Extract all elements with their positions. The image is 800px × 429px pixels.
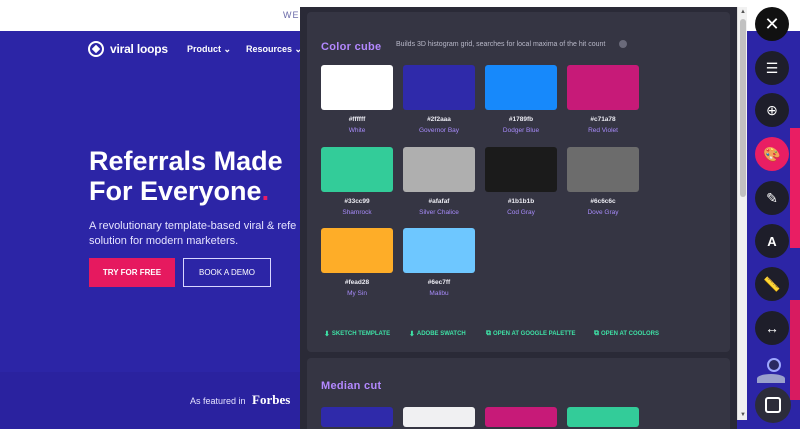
chat-widget-button[interactable] bbox=[755, 387, 791, 423]
swatch-hex[interactable]: #2f2aaa bbox=[403, 116, 475, 123]
download-icon: ⬇ bbox=[409, 331, 415, 338]
swatch-shamrock[interactable] bbox=[321, 147, 393, 192]
swatch-name: Malibu bbox=[429, 290, 449, 297]
github-icon[interactable] bbox=[619, 40, 627, 48]
hero-subtitle: A revolutionary template-based viral & r… bbox=[89, 220, 297, 247]
median-cut-card: Median cut bbox=[307, 358, 730, 429]
adobe-swatch-link[interactable]: ⬇ ADOBE SWATCH bbox=[409, 330, 466, 338]
chat-icon bbox=[765, 397, 781, 413]
forbes-logo: Forbes bbox=[252, 392, 291, 407]
swatch-hex[interactable]: #33cc99 bbox=[321, 198, 393, 205]
swatch-cod-gray[interactable] bbox=[485, 147, 557, 192]
swatch-hex[interactable]: #1789fb bbox=[485, 116, 557, 123]
nav-resources[interactable]: Resources ⌄ bbox=[246, 44, 302, 55]
google-palette-link[interactable]: ⧉ OPEN AT GOOGLE PALETTE bbox=[486, 330, 576, 338]
site-edge-accent bbox=[790, 300, 800, 400]
download-icon: ⬇ bbox=[324, 331, 330, 338]
logo-text: viral loops bbox=[110, 42, 168, 56]
color-cube-title: Color cube bbox=[321, 41, 382, 53]
book-demo-button[interactable]: BOOK A DEMO bbox=[183, 258, 271, 287]
median-cut-title: Median cut bbox=[321, 380, 382, 392]
swatch-name: Silver Chalice bbox=[419, 209, 459, 216]
logo-mark-icon bbox=[88, 41, 104, 57]
top-banner-text: WE bbox=[283, 10, 300, 20]
font-icon[interactable]: A bbox=[755, 224, 789, 258]
swatch-name: Shamrock bbox=[342, 209, 372, 216]
ruler-icon[interactable]: 📏 bbox=[755, 267, 789, 301]
swatch-hex[interactable]: #1b1b1b bbox=[485, 198, 557, 205]
swatch-red-violet[interactable] bbox=[567, 65, 639, 110]
swatch-hex[interactable]: #6ec7ff bbox=[403, 279, 475, 286]
palette-icon[interactable]: 🎨 bbox=[755, 137, 789, 171]
mustache-icon bbox=[757, 374, 785, 383]
swatch-dodger-blue[interactable] bbox=[485, 65, 557, 110]
median-swatch[interactable] bbox=[403, 407, 475, 427]
swatch-name: White bbox=[348, 127, 366, 134]
swatch-name: My Sin bbox=[347, 290, 367, 297]
resize-icon[interactable]: ↔ bbox=[755, 311, 789, 345]
swatch-name: Cod Gray bbox=[507, 209, 535, 216]
sketch-template-link[interactable]: ⬇ SKETCH TEMPLATE bbox=[324, 330, 390, 338]
swatch-name: Dove Gray bbox=[587, 209, 619, 216]
median-swatch[interactable] bbox=[321, 407, 393, 427]
median-swatch[interactable] bbox=[567, 407, 639, 427]
swatch-white[interactable] bbox=[321, 65, 393, 110]
swatch-dove-gray[interactable] bbox=[567, 147, 639, 192]
coolors-link[interactable]: ⧉ OPEN AT COOLORS bbox=[594, 330, 659, 338]
external-link-icon: ⧉ bbox=[594, 330, 599, 337]
site-logo[interactable]: viral loops bbox=[88, 41, 168, 57]
scroll-down-icon[interactable]: ▼ bbox=[740, 412, 746, 418]
sliders-icon[interactable]: ☰ bbox=[755, 51, 789, 85]
try-for-free-button[interactable]: TRY FOR FREE bbox=[89, 258, 175, 287]
scroll-up-icon[interactable]: ▲ bbox=[740, 9, 746, 15]
median-swatch[interactable] bbox=[485, 407, 557, 427]
swatch-hex[interactable]: #c71a78 bbox=[567, 116, 639, 123]
close-icon[interactable]: ✕ bbox=[755, 7, 789, 41]
nav-product[interactable]: Product ⌄ bbox=[187, 44, 231, 55]
hero-title: Referrals Made For Everyone. bbox=[89, 146, 283, 206]
swatch-hex[interactable]: #afafaf bbox=[403, 198, 475, 205]
external-link-icon: ⧉ bbox=[486, 330, 491, 337]
pen-icon[interactable]: ✎ bbox=[755, 181, 789, 215]
swatch-malibu[interactable] bbox=[403, 228, 475, 273]
featured-label: As featured in bbox=[190, 396, 246, 406]
crosshair-icon[interactable]: ⊕ bbox=[755, 93, 789, 127]
swatch-name: Dodger Blue bbox=[502, 127, 540, 134]
swatch-name: Red Violet bbox=[588, 127, 618, 134]
swatch-name: Governor Bay bbox=[418, 127, 460, 134]
swatch-hex[interactable]: #ffffff bbox=[321, 116, 393, 123]
swatch-silver-chalice[interactable] bbox=[403, 147, 475, 192]
swatch-my-sin[interactable] bbox=[321, 228, 393, 273]
color-cube-card: Color cube Builds 3D histogram grid, sea… bbox=[307, 12, 730, 352]
swatch-hex[interactable]: #6c6c6c bbox=[567, 198, 639, 205]
color-cube-description: Builds 3D histogram grid, searches for l… bbox=[396, 41, 606, 48]
palette-panel: Color cube Builds 3D histogram grid, sea… bbox=[300, 7, 737, 429]
panel-scrollbar[interactable]: ▲ ▼ bbox=[737, 7, 747, 420]
site-edge-accent bbox=[790, 128, 800, 248]
scroll-thumb[interactable] bbox=[740, 19, 746, 197]
swatch-hex[interactable]: #fead28 bbox=[321, 279, 393, 286]
extension-badge-icon bbox=[767, 358, 781, 372]
swatch-governor-bay[interactable] bbox=[403, 65, 475, 110]
